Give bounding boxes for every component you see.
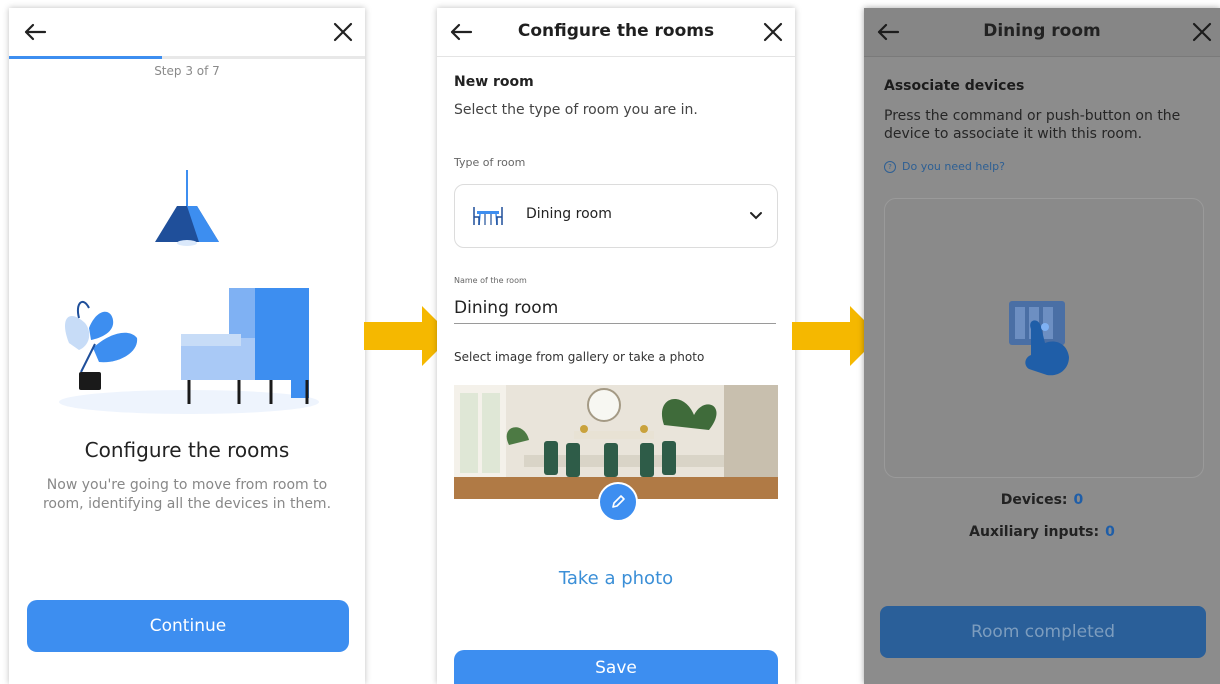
associate-devices-screen: Dining room Associate devices Press the … [864,8,1220,684]
devices-label: Devices: [1000,492,1068,508]
room-name-label: Name of the room [454,276,527,285]
aux-inputs-count: 0 [1105,524,1115,540]
intro-title: Configure the rooms [84,438,290,462]
help-link-text: Do you need help? [902,160,1006,173]
back-arrow-icon[interactable] [447,18,475,46]
section-subtitle: Select the type of room you are in. [454,102,698,118]
devices-count-row: Devices: 0 [864,492,1220,508]
devices-count: 0 [1073,492,1084,508]
progress-bar [9,56,365,59]
screen-title: Configure the rooms [517,21,715,41]
room-name-input[interactable] [454,293,776,324]
progress-fill [9,56,163,59]
room-illustration [59,170,319,414]
configure-room-screen: Configure the rooms New room Select the … [437,8,795,684]
section-description: Press the command or push-button on the … [884,108,1181,142]
close-icon[interactable] [329,18,357,46]
device-pairing-panel [884,198,1204,478]
help-circle-icon: ? [884,161,896,173]
take-photo-link[interactable]: Take a photo [437,568,795,589]
continue-button[interactable]: Continue [27,600,349,652]
room-completed-button[interactable]: Room completed [880,606,1206,658]
aux-inputs-count-row: Auxiliary inputs: 0 [864,524,1220,540]
room-type-label: Type of room [454,156,526,169]
section-title: Associate devices [884,78,1025,94]
top-bar: Configure the rooms [437,8,795,57]
room-type-select[interactable]: Dining room [454,184,778,248]
back-arrow-icon[interactable] [874,18,902,46]
step-indicator: Step 3 of 7 [154,64,220,78]
image-source-label: Select image from gallery or take a phot… [454,350,705,364]
room-type-value: Dining room [526,206,612,222]
aux-inputs-label: Auxiliary inputs: [969,524,1100,540]
save-button[interactable]: Save [454,650,778,684]
intro-screen: Step 3 of 7 Configure the rooms Now you'… [9,8,365,684]
touch-device-icon [1009,301,1069,376]
screen-title: Dining room [983,21,1101,41]
section-title: New room [454,74,534,90]
edit-photo-button[interactable] [598,482,638,522]
top-bar [9,8,365,57]
top-bar: Dining room [864,8,1220,57]
close-icon[interactable] [759,18,787,46]
close-icon[interactable] [1188,18,1216,46]
intro-description: Now you're going to move from room to ro… [42,477,332,512]
back-arrow-icon[interactable] [21,18,49,46]
chevron-down-icon [750,212,762,220]
pencil-icon [612,495,625,508]
dining-table-icon [473,207,503,226]
help-link[interactable]: ? Do you need help? [884,160,1005,173]
